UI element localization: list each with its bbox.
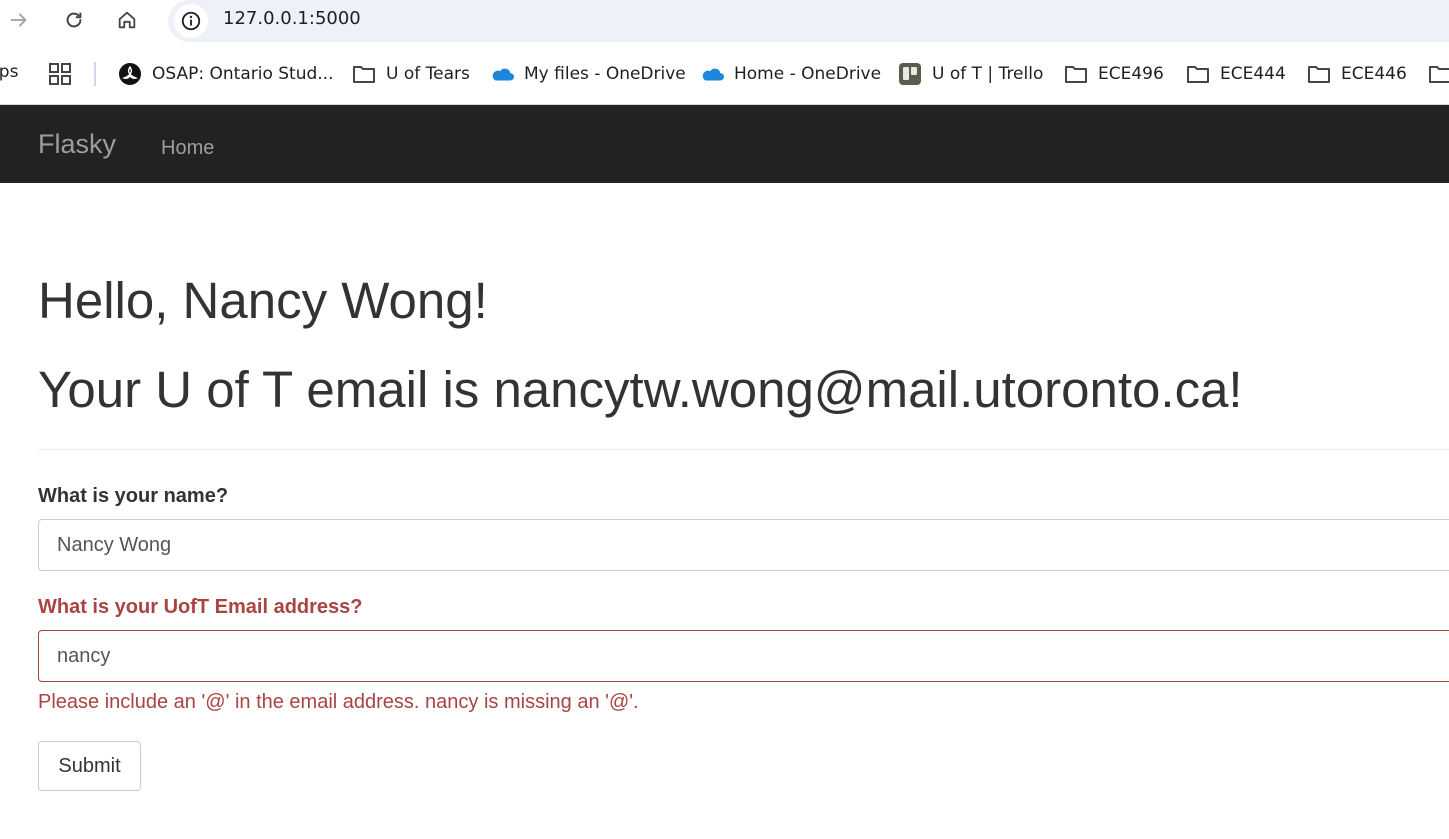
bookmark-trello[interactable]: U of T | Trello: [898, 60, 1043, 88]
header-divider: [38, 449, 1449, 450]
onedrive-cloud-icon: [700, 62, 724, 86]
folder-icon: [1428, 62, 1449, 86]
ontario-trillium-icon: [118, 62, 142, 86]
email-input[interactable]: [38, 630, 1449, 682]
url-text[interactable]: 127.0.0.1:5000: [223, 8, 361, 29]
forward-button[interactable]: [3, 4, 35, 36]
apps-grid-icon[interactable]: [48, 62, 72, 86]
bookmarks-bar: pps OSAP: Ontario Stud... U of Tears My …: [0, 42, 1449, 105]
home-button[interactable]: [111, 4, 143, 36]
browser-toolbar: 127.0.0.1:5000: [0, 0, 1449, 42]
site-info-button[interactable]: [174, 4, 208, 38]
name-input[interactable]: [38, 519, 1449, 571]
folder-icon: [1307, 62, 1331, 86]
bookmark-overflow-folder[interactable]: [1428, 60, 1449, 88]
bookmark-label: OSAP: Ontario Stud...: [152, 64, 334, 84]
reload-button[interactable]: [58, 4, 90, 36]
arrow-right-icon: [10, 13, 27, 27]
bookmarks-separator: [94, 62, 96, 86]
folder-icon: [1064, 62, 1088, 86]
bookmark-ece496[interactable]: ECE496: [1064, 60, 1164, 88]
bookmark-ece446[interactable]: ECE446: [1307, 60, 1407, 88]
email-error-message: Please include an '@' in the email addre…: [38, 691, 639, 713]
submit-button[interactable]: Submit: [38, 741, 141, 791]
bookmark-u-of-tears[interactable]: U of Tears: [352, 60, 470, 88]
folder-icon: [1186, 62, 1210, 86]
email-heading: Your U of T email is nancytw.wong@mail.u…: [38, 361, 1243, 418]
bookmark-label: ECE446: [1341, 64, 1407, 84]
bookmark-label: U of T | Trello: [932, 64, 1044, 84]
bookmark-apps-label[interactable]: pps: [0, 62, 18, 82]
bookmark-label: ECE444: [1220, 64, 1286, 84]
trello-icon: [898, 62, 922, 86]
address-bar[interactable]: 127.0.0.1:5000: [168, 0, 1449, 42]
folder-icon: [352, 62, 376, 86]
app-navbar: Flasky Home: [0, 105, 1449, 183]
home-icon: [118, 11, 136, 29]
bookmark-my-files-onedrive[interactable]: My files - OneDrive: [490, 60, 686, 88]
name-label: What is your name?: [38, 485, 229, 507]
bookmark-label: Home - OneDrive: [734, 64, 882, 84]
nav-link-home[interactable]: Home: [161, 137, 214, 160]
bookmark-home-onedrive[interactable]: Home - OneDrive: [700, 60, 881, 88]
onedrive-cloud-icon: [490, 62, 514, 86]
bookmark-label: My files - OneDrive: [524, 64, 686, 84]
reload-icon: [66, 12, 82, 28]
bookmark-label: ECE496: [1098, 64, 1164, 84]
greeting-heading: Hello, Nancy Wong!: [38, 272, 488, 329]
email-label: What is your UofT Email address?: [38, 596, 363, 618]
bookmark-osap[interactable]: OSAP: Ontario Stud...: [118, 60, 334, 88]
info-icon: [181, 11, 201, 31]
bookmark-label: U of Tears: [386, 64, 470, 84]
navbar-brand[interactable]: Flasky: [38, 129, 116, 160]
bookmark-ece444[interactable]: ECE444: [1186, 60, 1286, 88]
